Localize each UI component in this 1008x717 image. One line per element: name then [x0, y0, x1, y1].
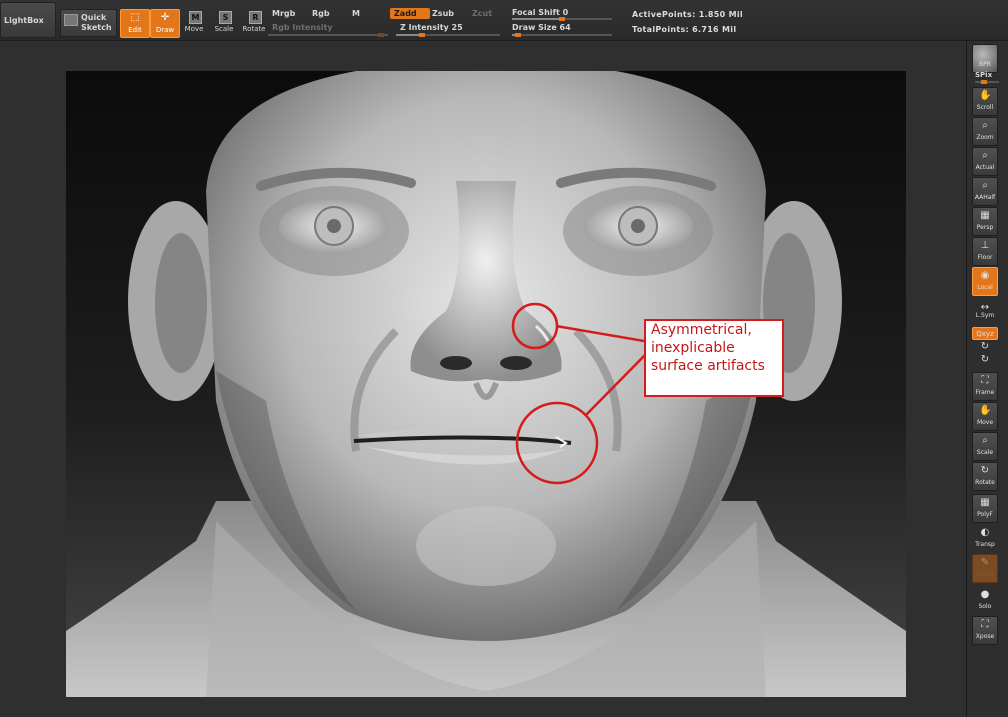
xyz-button[interactable]: Qxyz [972, 327, 998, 340]
zoom-button[interactable]: ⌕ Zoom [972, 117, 998, 146]
polyf-label: PolyF [977, 511, 993, 518]
annotation-line-3: surface artifacts [651, 358, 765, 374]
solo-icon: ● [980, 589, 990, 600]
zoom-label: Zoom [976, 134, 994, 141]
actual-size-icon: ⌕ [982, 150, 988, 161]
spix-knob[interactable] [981, 80, 987, 84]
ghost-button[interactable]: ✎ Ghost [972, 554, 998, 583]
floor-button[interactable]: ⊥ Floor [972, 237, 998, 266]
local-icon: ◉ [980, 270, 990, 281]
spix-slider[interactable] [975, 80, 999, 84]
move-view-button[interactable]: ✋ Move [972, 402, 998, 431]
rotate-view-icon: ↻ [980, 465, 990, 476]
aahalf-button[interactable]: ⌕ AAHalf [972, 177, 998, 206]
rotate-view-button[interactable]: ↻ Rotate [972, 462, 998, 491]
xpose-button[interactable]: ⛶ Xpose [972, 616, 998, 645]
hand-icon: ✋ [979, 90, 992, 101]
xpose-icon: ⛶ [981, 619, 989, 630]
polyf-button[interactable]: ▦ PolyF [972, 494, 998, 523]
transp-button[interactable]: ◐ Transp [972, 524, 998, 553]
bpr-button[interactable]: BPR [972, 44, 998, 73]
nose-pointer-line [555, 324, 645, 343]
local-button[interactable]: ◉ Local [972, 267, 998, 296]
right-shelf: BPR SPix ✋ Scroll ⌕ Zoom ⌕ Actual ⌕ AAHa… [966, 41, 1008, 717]
aahalf-label: AAHalf [974, 194, 996, 201]
persp-label: Persp [976, 224, 994, 231]
actual-label: Actual [975, 164, 995, 171]
lip-pointer-line [584, 351, 649, 417]
lsym-label: L.Sym [975, 312, 995, 319]
annotation-callout: Asymmetrical, inexplicable surface artif… [644, 319, 784, 397]
bpr-label: BPR [979, 61, 991, 68]
rotation-axis-buttons[interactable]: ↻ ↻ [972, 340, 998, 370]
move-view-label: Move [976, 419, 994, 426]
scale-view-label: Scale [976, 449, 994, 456]
ghost-label: Ghost [976, 571, 994, 578]
floor-label: Floor [977, 254, 993, 261]
persp-button[interactable]: ▦ Persp [972, 207, 998, 236]
spix-label[interactable]: SPix [975, 71, 992, 79]
aahalf-icon: ⌕ [982, 180, 988, 191]
frame-icon: ⛶ [981, 375, 989, 386]
scale-view-button[interactable]: ⌕ Scale [972, 432, 998, 461]
scroll-button[interactable]: ✋ Scroll [972, 87, 998, 116]
rotate-view-label: Rotate [975, 479, 995, 486]
solo-button[interactable]: ● Solo [972, 586, 998, 615]
scroll-label: Scroll [976, 104, 994, 111]
scale-view-icon: ⌕ [982, 435, 988, 446]
rotate-y-icon: ↻ [980, 341, 990, 352]
rotate-z-icon: ↻ [980, 354, 990, 365]
annotation-overlay [511, 302, 649, 485]
floor-icon: ⊥ [980, 240, 990, 251]
annotation-line-2: inexplicable [651, 340, 735, 356]
annotation-line-1: Asymmetrical, [651, 322, 752, 338]
frame-button[interactable]: ⛶ Frame [972, 372, 998, 401]
magnifier-icon: ⌕ [982, 120, 988, 131]
frame-label: Frame [975, 389, 995, 396]
nose-highlight-circle [511, 302, 559, 350]
ghost-icon: ✎ [980, 557, 990, 568]
polyframe-icon: ▦ [980, 497, 990, 508]
move-hand-icon: ✋ [979, 405, 992, 416]
transp-label: Transp [975, 541, 995, 548]
local-label: Local [977, 284, 993, 291]
grid-perspective-icon: ▦ [980, 210, 990, 221]
lsym-button[interactable]: ↔ L.Sym [972, 299, 998, 323]
actual-button[interactable]: ⌕ Actual [972, 147, 998, 176]
xpose-label: Xpose [975, 633, 995, 640]
solo-label: Solo [978, 603, 992, 610]
xyz-label: Qxyz [976, 330, 994, 338]
transparency-icon: ◐ [980, 527, 990, 538]
